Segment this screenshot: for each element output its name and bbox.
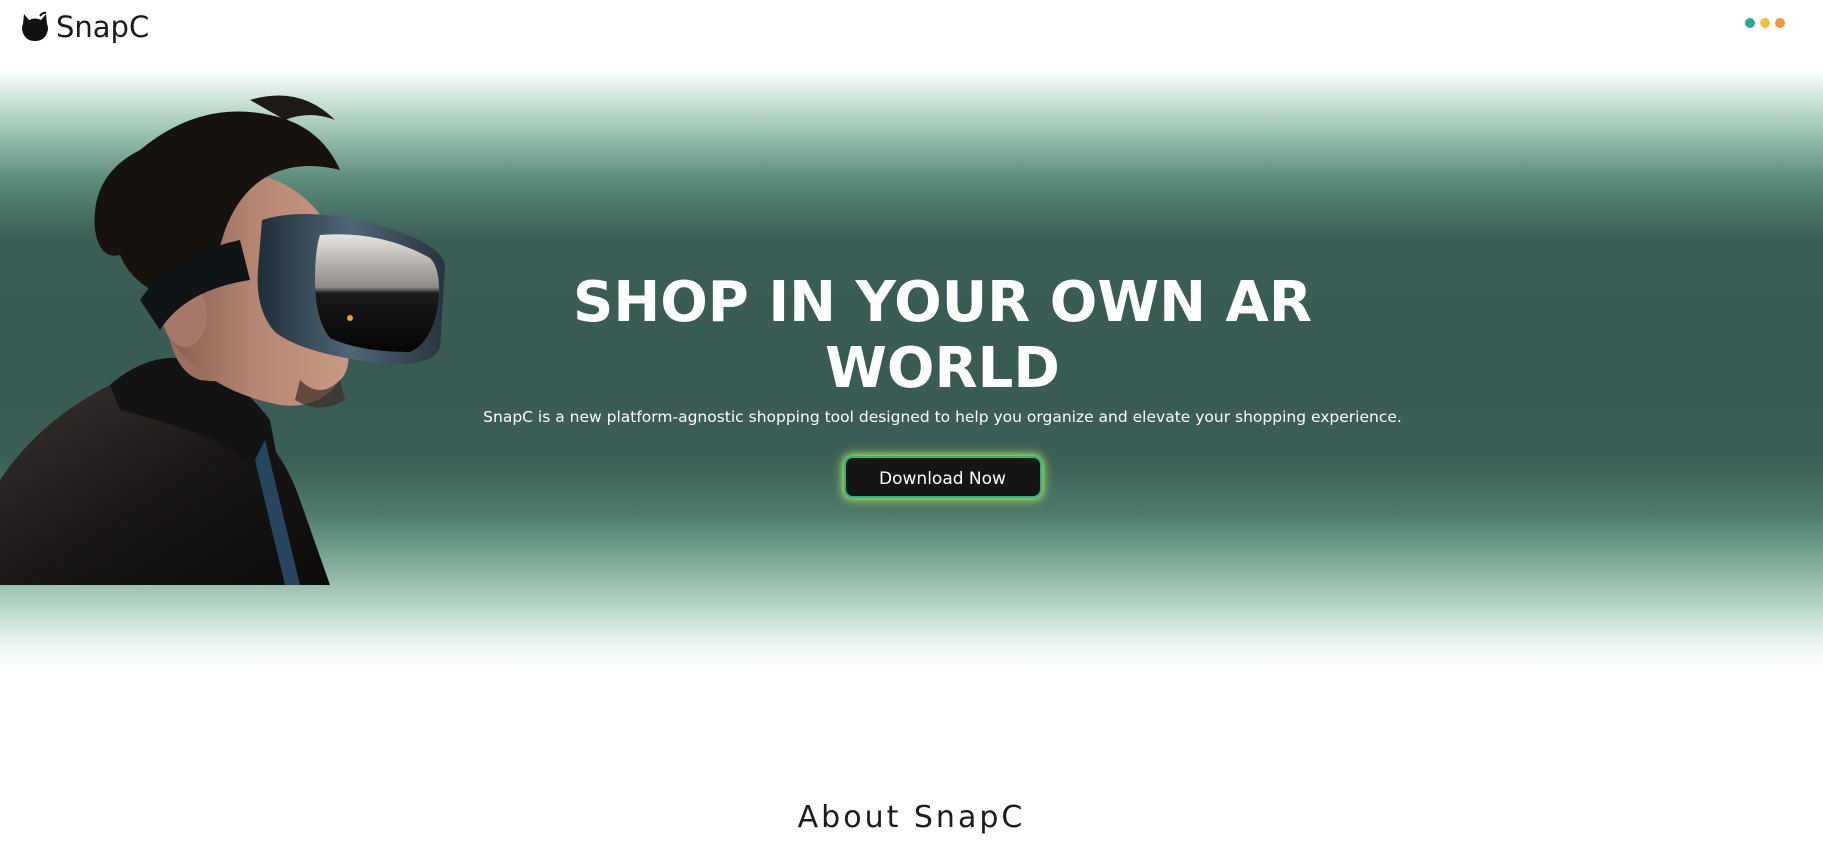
hero-subtitle: SnapC is a new platform-agnostic shoppin…: [483, 408, 1402, 426]
landing-page: SnapC SHOP IN YOUR OWN AR WORLD SnapC is…: [0, 0, 1823, 865]
cat-head-icon: [22, 11, 48, 41]
vr-man-illustration: [0, 95, 445, 585]
brand-name: SnapC: [56, 10, 150, 44]
download-now-button[interactable]: Download Now: [843, 456, 1042, 498]
brand-logo-link[interactable]: SnapC: [20, 10, 149, 44]
hero-title: SHOP IN YOUR OWN AR WORLD: [573, 270, 1312, 401]
vr-headset-man-image: [0, 80, 450, 585]
menu-dot-yellow: [1760, 18, 1770, 28]
menu-dot-teal: [1745, 18, 1755, 28]
hero-content: SHOP IN YOUR OWN AR WORLD SnapC is a new…: [455, 270, 1430, 498]
menu-dot-orange: [1775, 18, 1785, 28]
about-section-title: About SnapC: [797, 800, 1026, 835]
three-dots-menu-icon[interactable]: [1743, 16, 1787, 30]
site-header: SnapC: [0, 0, 1823, 64]
